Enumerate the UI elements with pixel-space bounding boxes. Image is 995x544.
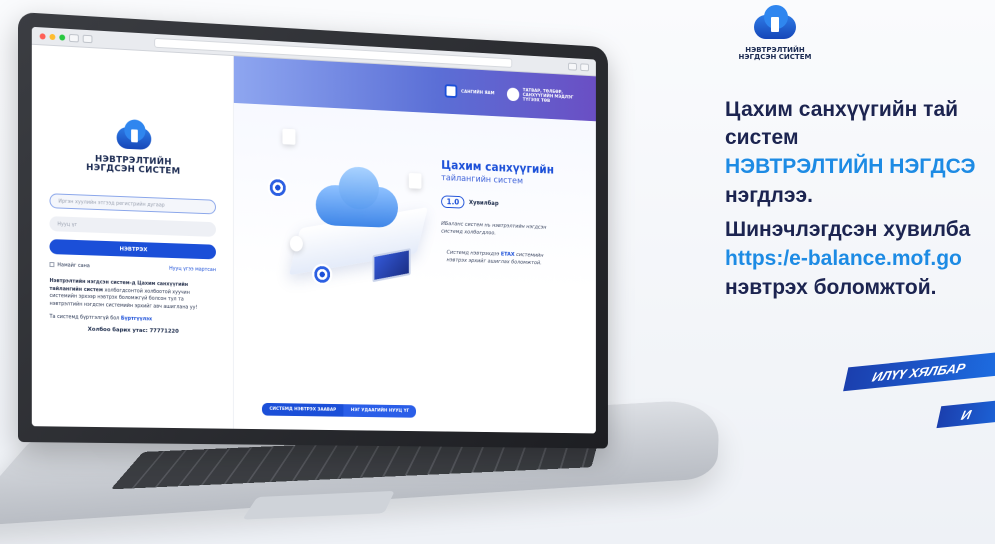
- one-time-password-button[interactable]: НЭГ УДААГИЙН НУУЦ ҮГ: [343, 404, 417, 418]
- headline-line-4: нэгдлээ.: [725, 184, 813, 207]
- tabs-button[interactable]: [580, 62, 589, 71]
- laptop-screen: НЭВТРЭЛТИЙН НЭГДСЭН СИСТЕМ Иргэн хуулийн…: [31, 26, 596, 434]
- login-panel: НЭВТРЭЛТИЙН НЭГДСЭН СИСТЕМ Иргэн хуулийн…: [31, 44, 234, 429]
- hero-bottom-buttons: СИСТЕМД НЭВТРЭХ ЗААВАР НЭГ УДААГИЙН НУУЦ…: [261, 402, 417, 418]
- register-link[interactable]: Бүртгүүлэх: [121, 316, 152, 323]
- right-logo-text: НЭВТРЭЛТИЙН НЭГДСЭН СИСТЕМ: [720, 47, 830, 61]
- login-options: Намайг сана Нууц үгээ мартсан: [49, 261, 216, 273]
- training-center-label: ТАТВАР, ТӨЛБӨР, САНХҮҮГИЙН МЭДЛЭГ ТҮГЭЭХ…: [522, 87, 574, 104]
- headline-line-2: систем: [725, 126, 799, 149]
- calculator-icon: [408, 172, 422, 189]
- cloud-logo-icon: [112, 119, 154, 153]
- forgot-password-link[interactable]: Нууц үгээ мартсан: [169, 266, 216, 273]
- remember-checkbox[interactable]: [49, 261, 55, 268]
- version-number: 1.0: [441, 195, 465, 209]
- version-label: Хувилбар: [468, 199, 499, 208]
- register-number-input[interactable]: Иргэн хуулийн этгээд регистрийн дугаар: [49, 193, 216, 215]
- hero-section: САНГИЙН ЯАМ ТАТВАР, ТӨЛБӨР, САНХҮҮГИЙН М…: [233, 56, 596, 434]
- login-info-text: Нэвтрэлтийн нэгдсэн систем-д Цахим санхү…: [49, 278, 215, 312]
- contact-phone: Холбоо барих утас: 77771220: [87, 326, 179, 335]
- url-text: https:/e-balance.mof.go: [725, 247, 962, 270]
- register-text: Та системд бүртгэлгүй бол: [49, 313, 120, 322]
- back-button[interactable]: [69, 33, 79, 42]
- cloud-server-icon: [315, 165, 398, 228]
- magnifier-icon: [289, 235, 303, 252]
- target-icon: [267, 176, 289, 199]
- forward-button[interactable]: [82, 34, 93, 43]
- right-logo: НЭВТРЭЛТИЙН НЭГДСЭН СИСТЕМ: [720, 5, 830, 61]
- ribbon-second: И: [936, 397, 995, 429]
- laptop-lid: НЭВТРЭЛТИЙН НЭГДСЭН СИСТЕМ Иргэн хуулийн…: [18, 12, 608, 449]
- headline-line-7: нэвтрэх боломжтой.: [725, 276, 937, 299]
- remember-me[interactable]: Намайг сана: [49, 261, 90, 270]
- ministry-training-center[interactable]: ТАТВАР, ТӨЛБӨР, САНХҮҮГИЙН МЭДЛЭГ ТҮГЭЭХ…: [506, 87, 584, 105]
- remember-label: Намайг сана: [57, 262, 90, 270]
- ministry-emblem-icon: [445, 84, 458, 99]
- ribbon-easier: ИЛҮҮ ХЯЛБАР: [843, 350, 995, 392]
- right-logo-line-2: НЭГДСЭН СИСТЕМ: [738, 53, 812, 61]
- document-icon: [282, 128, 296, 145]
- webpage: НЭВТРЭЛТИЙН НЭГДСЭН СИСТЕМ Иргэн хуулийн…: [31, 44, 596, 434]
- headline-line-5: Шинэчлэгдсэн хувилба: [725, 218, 971, 241]
- logo-text: НЭВТРЭЛТИЙН НЭГДСЭН СИСТЕМ: [49, 153, 215, 178]
- hero-paragraph-1: ИБаланс систем нь нэвтрэлтийн нэгдсэн си…: [441, 221, 547, 237]
- password-input[interactable]: Нууц үг: [49, 216, 216, 237]
- ministry-finance[interactable]: САНГИЙН ЯАМ: [445, 84, 495, 100]
- version-badge: 1.0 Хувилбар: [441, 195, 499, 210]
- minimize-dot-icon[interactable]: [49, 33, 56, 40]
- hero-subtitle: тайлангийн систем: [441, 173, 523, 187]
- p2-pre: Системд нэвтрэхдээ: [446, 249, 500, 258]
- login-guide-button[interactable]: СИСТЕМД НЭВТРЭХ ЗААВАР: [261, 402, 344, 417]
- p2-etax: ETAX: [500, 251, 515, 258]
- headline-line-3: НЭВТРЭЛТИЙН НЭГДСЭ: [725, 155, 976, 178]
- password-placeholder: Нууц үг: [57, 220, 78, 228]
- laptop-mockup: НЭВТРЭЛТИЙН НЭГДСЭН СИСТЕМ Иргэн хуулийн…: [0, 0, 721, 544]
- share-button[interactable]: [568, 62, 577, 71]
- target-icon: [312, 263, 333, 286]
- register-row: Та системд бүртгэлгүй бол Бүртгүүлэх: [49, 314, 215, 324]
- hero-paragraph-2: Системд нэвтрэхдээ ETAX системийн нэвтрэ…: [447, 249, 544, 267]
- login-button[interactable]: НЭВТРЭХ: [49, 239, 216, 260]
- training-center-emblem-icon: [506, 87, 520, 102]
- ministry-finance-label: САНГИЙН ЯАМ: [461, 89, 495, 96]
- mini-laptop-icon: [372, 248, 411, 283]
- register-number-placeholder: Иргэн хуулийн этгээд регистрийн дугаар: [58, 198, 165, 209]
- headline-line-1: Цахим санхүүгийн тай: [725, 98, 959, 121]
- maximize-dot-icon[interactable]: [59, 33, 66, 41]
- cloud-logo-icon: [750, 5, 800, 41]
- close-dot-icon[interactable]: [39, 32, 46, 40]
